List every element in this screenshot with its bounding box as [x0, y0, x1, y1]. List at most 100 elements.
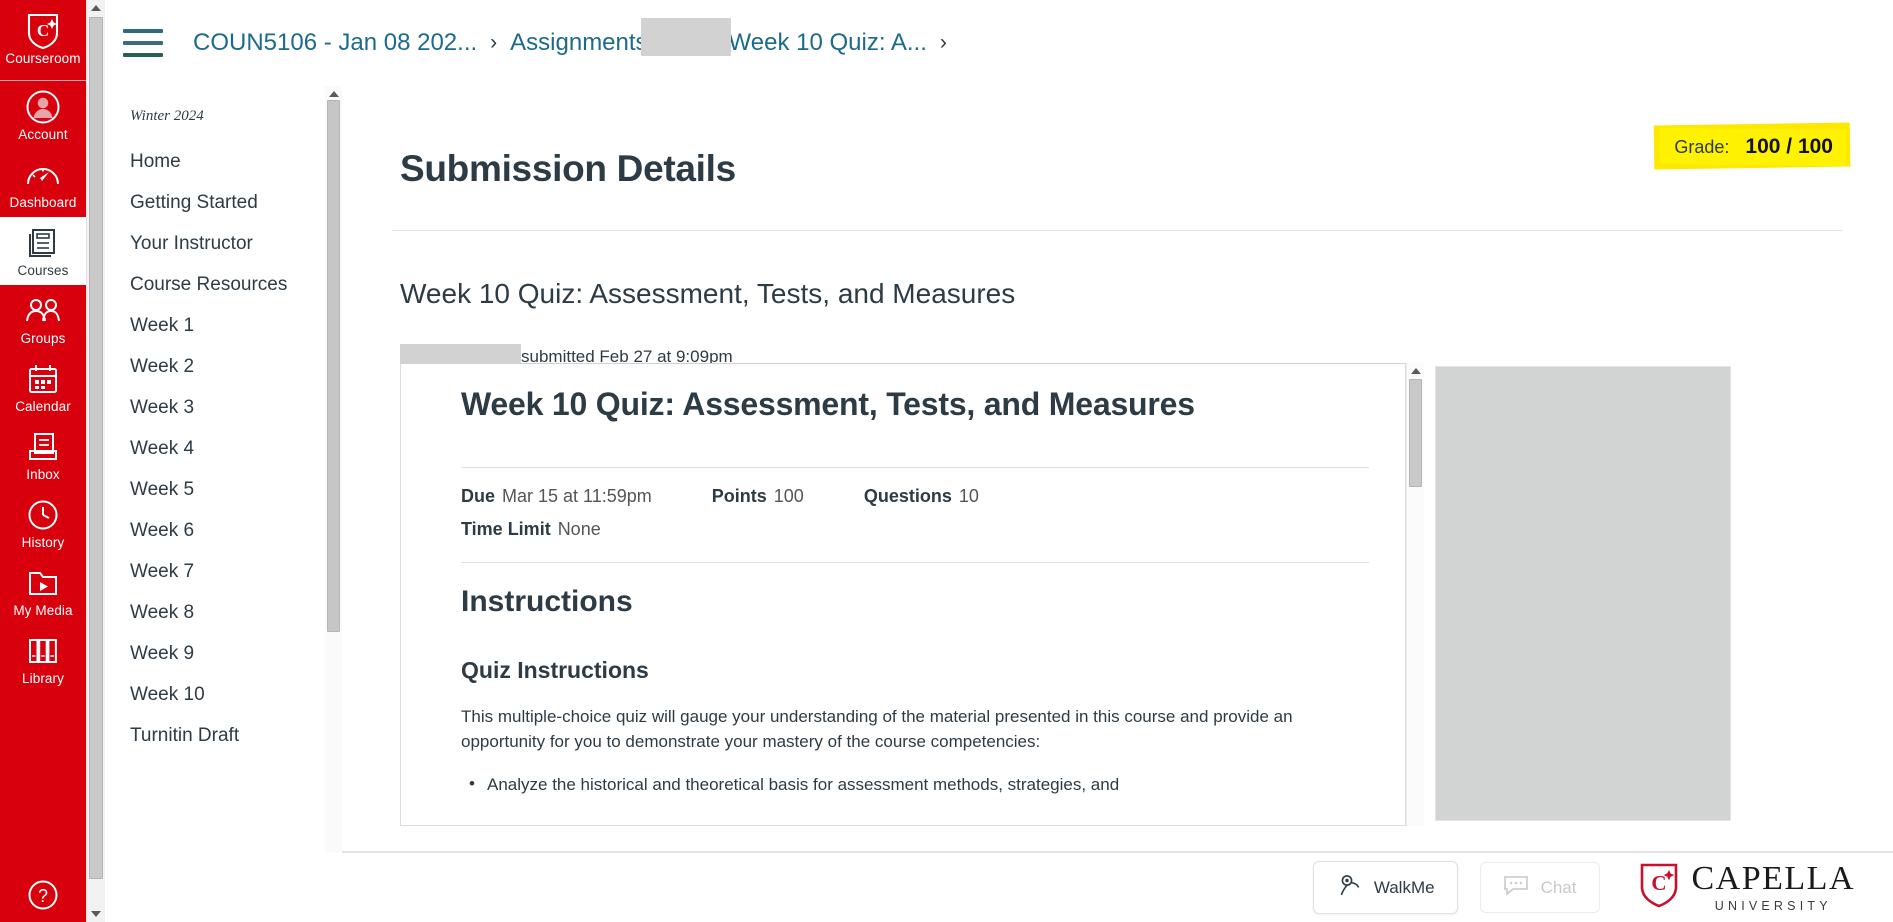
sidebar-item-history[interactable]: History	[0, 489, 86, 557]
breadcrumb-item-assignments[interactable]: Assignments	[510, 29, 647, 57]
quiz-intro-paragraph: This multiple-choice quiz will gauge you…	[461, 707, 1293, 752]
capella-brand-subtitle: UNIVERSITY	[1714, 899, 1832, 914]
walkme-button[interactable]: WalkMe	[1312, 861, 1458, 914]
scrollbar-thumb[interactable]	[327, 100, 340, 632]
sidebar-label-account: Account	[18, 127, 68, 142]
quiz-title: Week 10 Quiz: Assessment, Tests, and Mea…	[461, 386, 1195, 422]
sidebar-label-courseroom: Courseroom	[5, 51, 81, 66]
svg-text:?: ?	[38, 886, 48, 906]
quiz-meta-due-value: Mar 15 at 11:59pm	[502, 486, 652, 506]
svg-text:C: C	[1651, 871, 1666, 895]
hamburger-line	[123, 29, 163, 33]
course-nav-item-getting-started[interactable]: Getting Started	[113, 182, 335, 223]
course-nav-item-home[interactable]: Home	[113, 141, 335, 182]
quiz-card-scrollbar[interactable]	[1406, 363, 1424, 826]
quiz-meta-time-limit-label: Time Limit	[461, 519, 551, 539]
course-nav-item-week-7[interactable]: Week 7	[113, 551, 335, 592]
competency-bullet: Analyze the historical and theoretical b…	[461, 771, 1341, 797]
divider	[461, 562, 1369, 563]
course-nav-item-week-2[interactable]: Week 2	[113, 346, 335, 387]
sidebar-label-history: History	[21, 535, 65, 550]
main-content: Submission Details Grade: 100 / 100 Week…	[342, 86, 1893, 922]
inbox-icon	[27, 430, 59, 464]
sidebar-label-library: Library	[22, 671, 64, 686]
grade-badge: Grade: 100 / 100	[1654, 122, 1851, 170]
sidebar-item-library[interactable]: Library	[0, 625, 86, 693]
sidebar-item-courseroom[interactable]: C Courseroom	[0, 0, 86, 81]
help-button[interactable]: ?	[0, 869, 86, 922]
scroll-down-arrow-icon[interactable]	[91, 911, 101, 917]
course-nav-item-week-6[interactable]: Week 6	[113, 510, 335, 551]
people-icon	[24, 294, 62, 328]
capella-shield-icon: C	[1638, 861, 1680, 914]
sidebar-label-dashboard: Dashboard	[9, 195, 77, 210]
course-nav-item-turnitin-draft[interactable]: Turnitin Draft	[113, 715, 335, 756]
sidebar-item-groups[interactable]: Groups	[0, 285, 86, 353]
course-nav-item-week-5[interactable]: Week 5	[113, 469, 335, 510]
quiz-meta-time-limit-value: None	[557, 519, 601, 539]
divider	[392, 229, 1843, 231]
quiz-preview-card: Week 10 Quiz: Assessment, Tests, and Mea…	[400, 363, 1406, 826]
scrollbar-thumb[interactable]	[1409, 379, 1422, 487]
svg-text:C: C	[37, 21, 49, 40]
breadcrumb-separator-icon: ›	[490, 31, 498, 54]
walkme-pin-icon	[1336, 873, 1362, 902]
quiz-meta-points: Points 100	[712, 486, 804, 540]
quiz-instructions-heading: Quiz Instructions	[461, 657, 649, 683]
course-nav-scrollbar[interactable]	[325, 86, 342, 852]
quiz-meta-points-value: 100	[773, 486, 804, 506]
global-navigation-sidebar: C Courseroom Account Dashboard Courses G…	[0, 0, 86, 922]
scroll-up-arrow-icon[interactable]	[328, 91, 339, 97]
chat-button[interactable]: Chat	[1479, 862, 1600, 913]
instructions-heading: Instructions	[461, 585, 633, 618]
breadcrumb-item-course[interactable]: COUN5106 - Jan 08 202...	[193, 29, 477, 57]
folder-play-icon	[27, 566, 59, 600]
hamburger-menu-icon[interactable]	[123, 29, 163, 57]
quiz-meta-row: Due Mar 15 at 11:59pm Time Limit None Poin…	[461, 468, 1369, 540]
course-term-label: Winter 2024	[130, 108, 204, 124]
course-nav-item-week-9[interactable]: Week 9	[113, 633, 335, 674]
capella-brand-name: CAPELLA	[1691, 860, 1855, 898]
course-nav-item-course-resources[interactable]: Course Resources	[113, 264, 335, 305]
course-nav-item-week-4[interactable]: Week 4	[113, 428, 335, 469]
scrollbar-thumb[interactable]	[89, 17, 103, 879]
sidebar-label-inbox: Inbox	[26, 467, 60, 482]
capella-university-logo: C CAPELLA UNIVERSITY	[1638, 861, 1856, 914]
sidebar-item-account[interactable]: Account	[0, 81, 86, 149]
sidebar-label-my-media: My Media	[13, 603, 73, 618]
page-vertical-scrollbar[interactable]	[86, 0, 105, 922]
sidebar-item-calendar[interactable]: Calendar	[0, 353, 86, 421]
quiz-meta-questions: Questions 10	[864, 486, 979, 540]
course-nav-item-week-8[interactable]: Week 8	[113, 592, 335, 633]
user-avatar-icon	[25, 90, 61, 124]
browser-viewport: C Courseroom Account Dashboard Courses G…	[0, 0, 1893, 922]
quiz-meta-due: Due Mar 15 at 11:59pm	[461, 486, 652, 507]
chat-label: Chat	[1540, 877, 1577, 897]
quiz-meta-time-limit: Time Limit None	[461, 519, 652, 540]
scroll-up-arrow-icon[interactable]	[91, 5, 101, 11]
course-nav-item-week-10[interactable]: Week 10	[113, 674, 335, 715]
redaction-block-right-panel	[1435, 366, 1731, 821]
sidebar-item-inbox[interactable]: Inbox	[0, 421, 86, 489]
grade-label: Grade:	[1674, 136, 1730, 157]
redaction-block-breadcrumb	[641, 18, 731, 56]
sidebar-item-courses[interactable]: Courses	[0, 217, 86, 285]
hamburger-line	[123, 53, 163, 57]
breadcrumb-item-quiz[interactable]: Week 10 Quiz: A...	[729, 29, 927, 57]
scroll-up-arrow-icon[interactable]	[1410, 368, 1421, 374]
walkme-label: WalkMe	[1373, 877, 1435, 897]
clock-icon	[27, 498, 59, 532]
footer-divider	[342, 851, 1893, 852]
sidebar-item-my-media[interactable]: My Media	[0, 557, 86, 625]
hamburger-line	[123, 41, 163, 45]
course-nav-item-week-3[interactable]: Week 3	[113, 387, 335, 428]
quiz-meta-questions-label: Questions	[863, 486, 952, 506]
grade-value: 100 / 100	[1745, 135, 1833, 158]
book-icon	[28, 226, 58, 260]
breadcrumb-separator-icon: ›	[939, 31, 947, 54]
sidebar-item-dashboard[interactable]: Dashboard	[0, 149, 86, 217]
chat-bubble-icon	[1503, 874, 1529, 901]
capella-shield-icon: C	[26, 13, 60, 50]
course-nav-item-week-1[interactable]: Week 1	[113, 305, 335, 346]
course-nav-item-your-instructor[interactable]: Your Instructor	[113, 223, 335, 264]
